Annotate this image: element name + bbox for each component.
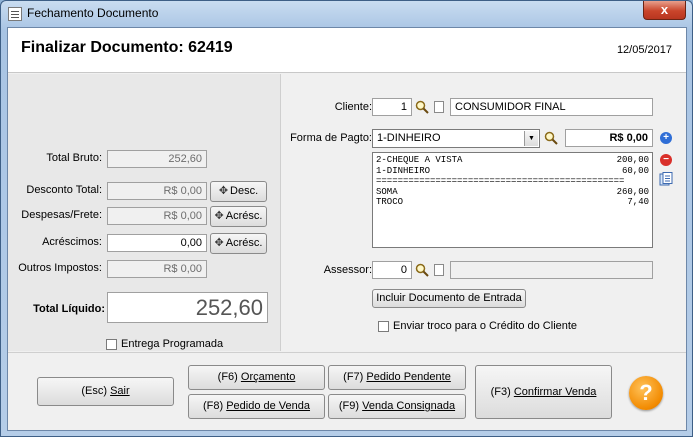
close-icon: x: [660, 2, 669, 17]
forma-pagto-amount[interactable]: R$ 0,00: [565, 129, 653, 147]
add-icon[interactable]: +: [660, 132, 672, 144]
page-title: Finalizar Documento: 62419: [21, 39, 233, 56]
forma-pagto-label: Forma de Pagto:: [290, 132, 372, 144]
search-icon[interactable]: [544, 131, 558, 145]
plus-icon: ✥: [214, 210, 224, 222]
title-bar: Fechamento Documento x: [1, 1, 692, 27]
despesas-button-label: Acrésc.: [225, 210, 263, 222]
document-icon[interactable]: [434, 101, 444, 113]
list-item[interactable]: SOMA 260,00: [376, 187, 649, 198]
acrescimos-label: Acréscimos:: [42, 236, 102, 248]
pedido-venda-button[interactable]: (F8) Pedido de Venda: [188, 394, 325, 419]
total-liquido-field: 252,60: [107, 292, 268, 323]
payment-panel: Cliente: 1 CONSUMIDOR FINAL Forma de Pag…: [282, 74, 686, 351]
assessor-name-field: [450, 261, 653, 279]
total-liquido-label: Total Líquido:: [33, 303, 105, 315]
incluir-documento-button[interactable]: Incluir Documento de Entrada: [372, 289, 526, 308]
plus-icon: ✥: [218, 185, 229, 197]
chevron-down-icon[interactable]: ▼: [524, 131, 538, 146]
search-icon[interactable]: [415, 263, 429, 277]
assessor-code-input[interactable]: 0: [372, 261, 412, 279]
window-title: Fechamento Documento: [27, 6, 159, 20]
plus-icon: ✥: [214, 237, 224, 249]
acrescimos-button-label: Acrésc.: [225, 237, 263, 249]
remove-icon[interactable]: −: [660, 154, 672, 166]
dialog-client: Finalizar Documento: 62419 12/05/2017 To…: [7, 27, 687, 431]
troco-credito-label: Enviar troco para o Crédito do Cliente: [393, 320, 578, 332]
payments-list[interactable]: 2-CHEQUE A VISTA 200,00 1-DINHEIRO 60,00 =…: [372, 152, 653, 248]
header: Finalizar Documento: 62419 12/05/2017: [8, 28, 686, 73]
pedido-pendente-button[interactable]: (F7) Pedido Pendente: [328, 365, 466, 390]
help-icon[interactable]: ?: [629, 376, 663, 410]
entrega-programada-label: Entrega Programada: [121, 338, 224, 350]
desconto-button-label: Desc.: [230, 185, 259, 197]
desconto-field: R$ 0,00: [107, 182, 207, 200]
venda-consignada-button[interactable]: (F9) Venda Consignada: [328, 394, 466, 419]
acrescimos-field[interactable]: 0,00: [107, 234, 207, 252]
main-window: Fechamento Documento x Finalizar Documen…: [0, 0, 693, 437]
document-date: 12/05/2017: [616, 44, 672, 56]
list-item[interactable]: 2-CHEQUE A VISTA 200,00: [376, 155, 649, 166]
document-icon[interactable]: [434, 264, 444, 276]
troco-credito-checkbox[interactable]: [378, 321, 389, 332]
desconto-button[interactable]: ✥ Desc.: [210, 181, 267, 202]
forma-pagto-select[interactable]: 1-DINHEIRO ▼: [372, 129, 540, 148]
list-item[interactable]: 1-DINHEIRO 60,00: [376, 166, 649, 177]
entrega-programada-checkbox[interactable]: [106, 339, 117, 350]
forma-pagto-value: 1-DINHEIRO: [377, 132, 441, 144]
confirmar-venda-button[interactable]: (F3) Confirmar Venda: [475, 365, 612, 419]
list-icon[interactable]: [659, 172, 673, 186]
cliente-code-input[interactable]: 1: [372, 98, 412, 116]
despesas-button[interactable]: ✥ Acrésc.: [210, 206, 267, 227]
despesas-field: R$ 0,00: [107, 207, 207, 225]
footer-actions: (Esc) Sair (F6) Orçamento (F7) Pedido Pe…: [8, 352, 686, 430]
acrescimos-button[interactable]: ✥ Acrésc.: [210, 233, 267, 254]
cliente-name-field: CONSUMIDOR FINAL: [450, 98, 653, 116]
outros-impostos-field: R$ 0,00: [107, 260, 207, 278]
list-separator: ========================================…: [376, 176, 625, 186]
outros-impostos-label: Outros Impostos:: [18, 262, 102, 274]
total-bruto-field: 252,60: [107, 150, 207, 168]
despesas-label: Despesas/Frete:: [21, 209, 102, 221]
totals-panel: Total Bruto: 252,60 Desconto Total: R$ 0…: [8, 74, 281, 351]
assessor-label: Assessor:: [323, 264, 372, 276]
document-icon: [8, 7, 22, 21]
desconto-label: Desconto Total:: [26, 184, 102, 196]
cliente-label: Cliente:: [334, 101, 372, 113]
list-item[interactable]: TROCO 7,40: [376, 197, 649, 208]
sair-button[interactable]: (Esc) Sair: [37, 377, 174, 406]
close-button[interactable]: x: [643, 1, 686, 20]
total-bruto-label: Total Bruto:: [46, 152, 102, 164]
search-icon[interactable]: [415, 100, 429, 114]
orcamento-button[interactable]: (F6) Orçamento: [188, 365, 325, 390]
